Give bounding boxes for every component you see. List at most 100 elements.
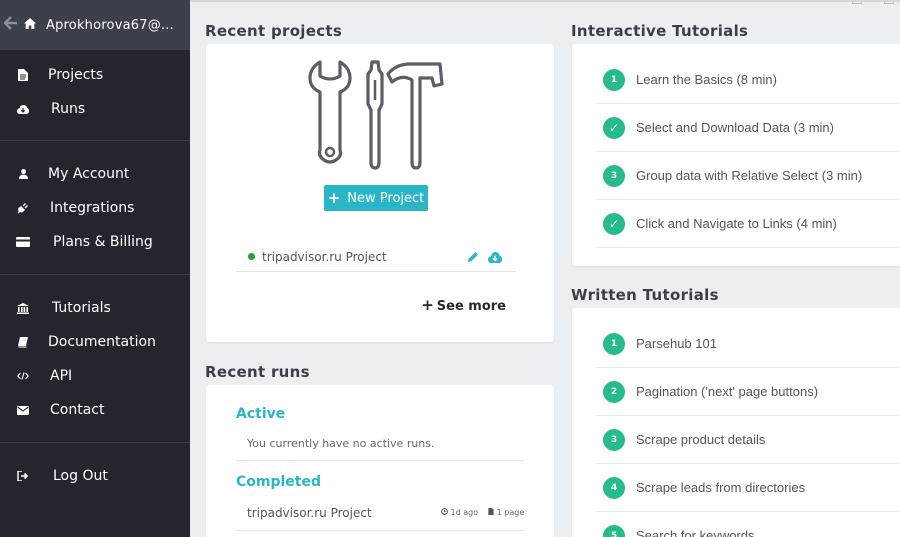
- sidebar-item-label: Log Out: [53, 468, 108, 484]
- tutorial-item[interactable]: 3 Group data with Relative Select (3 min…: [596, 152, 900, 200]
- sidebar-item-runs[interactable]: Runs: [0, 92, 190, 126]
- user-icon: [16, 169, 30, 179]
- tutorial-label[interactable]: Parsehub 101: [636, 336, 717, 351]
- project-row[interactable]: tripadvisor.ru Project: [236, 242, 516, 272]
- sidebar-item-projects[interactable]: Projects: [0, 58, 190, 92]
- clock-icon: [441, 508, 448, 515]
- see-more-label: See more: [436, 299, 506, 314]
- nav-group-account: My Account Integrations Plans & Billing: [0, 141, 190, 274]
- project-name[interactable]: tripadvisor.ru Project: [262, 250, 387, 264]
- nav-group-logout: Log Out: [0, 443, 190, 499]
- bank-icon: [16, 302, 30, 314]
- tutorial-label[interactable]: Scrape product details: [636, 432, 765, 447]
- cloud-download-icon[interactable]: [488, 248, 502, 267]
- sidebar-item-label: Plans & Billing: [53, 234, 153, 250]
- recent-runs-card: Active You currently have no active runs…: [206, 385, 554, 537]
- step-badge: 3: [603, 164, 625, 187]
- sidebar-item-integrations[interactable]: Integrations: [0, 191, 190, 225]
- sidebar-item-label: Tutorials: [52, 300, 111, 316]
- step-badge: 1: [603, 68, 625, 91]
- new-project-label: New Project: [347, 190, 425, 206]
- sidebar-item-label: API: [50, 368, 73, 384]
- sidebar-item-label: Runs: [51, 101, 86, 117]
- recent-projects-card: + New Project tripadvisor.ru Project + Se…: [206, 44, 554, 342]
- code-icon: [16, 372, 30, 380]
- tutorial-item[interactable]: 5 Search for keywords: [596, 512, 900, 537]
- sidebar-item-api[interactable]: API: [0, 359, 190, 393]
- written-tutorials-title: Written Tutorials: [571, 286, 719, 304]
- sidebar-item-contact[interactable]: Contact: [0, 393, 190, 427]
- step-badge: 1: [603, 332, 625, 355]
- step-badge: 3: [603, 428, 625, 451]
- tutorial-label[interactable]: Learn the Basics (8 min): [636, 72, 777, 87]
- active-runs-heading: Active: [236, 406, 286, 422]
- tutorial-item[interactable]: ✓ Click and Navigate to Links (4 min): [596, 200, 900, 248]
- no-active-runs-text: You currently have no active runs.: [247, 437, 435, 450]
- pencil-icon[interactable]: [467, 248, 479, 267]
- cloud-download-icon: [16, 104, 30, 114]
- tutorial-item[interactable]: ✓ Select and Download Data (3 min): [596, 104, 900, 152]
- tutorial-item[interactable]: 4 Scrape leads from directories: [596, 464, 900, 512]
- status-dot: [248, 253, 255, 260]
- sidebar-item-documentation[interactable]: Documentation: [0, 325, 190, 359]
- completed-runs-heading: Completed: [236, 474, 322, 490]
- page-icon: [488, 508, 494, 515]
- sidebar-item-plans-billing[interactable]: Plans & Billing: [0, 225, 190, 259]
- interactive-tutorials-title: Interactive Tutorials: [571, 22, 749, 40]
- tools-illustration-icon: [308, 60, 444, 170]
- run-time: 1d ago: [441, 508, 478, 517]
- username[interactable]: Aprokhorova67@...: [46, 18, 174, 33]
- divider: [236, 460, 524, 461]
- sidebar-item-tutorials[interactable]: Tutorials: [0, 291, 190, 325]
- tutorial-item[interactable]: 1 Parsehub 101: [596, 320, 900, 368]
- step-badge: 4: [603, 476, 625, 499]
- tutorial-label[interactable]: Scrape leads from directories: [636, 480, 805, 495]
- tutorial-item[interactable]: 1 Learn the Basics (8 min): [596, 56, 900, 104]
- nav-group-help: Tutorials Documentation API Contact: [0, 275, 190, 442]
- plus-icon: +: [421, 296, 434, 314]
- file-icon: [16, 69, 30, 81]
- plug-icon: [16, 202, 30, 214]
- run-project-name[interactable]: tripadvisor.ru Project: [247, 506, 372, 520]
- nav-group-main: Projects Runs: [0, 50, 190, 140]
- step-badge: 2: [603, 380, 625, 403]
- check-icon: ✓: [603, 212, 625, 235]
- envelope-icon: [16, 405, 30, 415]
- back-arrow-icon[interactable]: [3, 15, 20, 35]
- run-pages-label: 1 page: [496, 508, 525, 517]
- tutorial-label[interactable]: Group data with Relative Select (3 min): [636, 168, 862, 183]
- recent-runs-title: Recent runs: [205, 363, 310, 381]
- recent-projects-title: Recent projects: [205, 22, 343, 40]
- home-icon[interactable]: [24, 17, 40, 33]
- step-badge: 5: [603, 524, 625, 537]
- tutorial-item[interactable]: 3 Scrape product details: [596, 416, 900, 464]
- divider: [236, 530, 524, 531]
- new-project-button[interactable]: + New Project: [324, 185, 428, 211]
- tutorial-label[interactable]: Select and Download Data (3 min): [636, 120, 834, 135]
- written-tutorials-card: 1 Parsehub 101 2 Pagination ('next' page…: [572, 308, 900, 537]
- sidebar-item-label: Documentation: [48, 334, 156, 350]
- sidebar-item-log-out[interactable]: Log Out: [0, 459, 190, 493]
- credit-card-icon: [16, 237, 30, 247]
- run-meta: 1d ago 1 page: [441, 508, 524, 517]
- sidebar-item-label: Projects: [48, 67, 104, 83]
- sidebar-item-my-account[interactable]: My Account: [0, 157, 190, 191]
- see-more-link[interactable]: + See more: [421, 296, 506, 314]
- sidebar-item-label: My Account: [48, 166, 130, 182]
- tutorial-label[interactable]: Pagination ('next' page buttons): [636, 384, 818, 399]
- tutorial-label[interactable]: Click and Navigate to Links (4 min): [636, 216, 837, 231]
- run-pages: 1 page: [488, 508, 524, 517]
- interactive-tutorials-card: 1 Learn the Basics (8 min) ✓ Select and …: [572, 44, 900, 266]
- sidebar-item-label: Contact: [50, 402, 105, 418]
- tutorial-item[interactable]: 2 Pagination ('next' page buttons): [596, 368, 900, 416]
- project-actions: [467, 248, 502, 267]
- tutorial-label[interactable]: Search for keywords: [636, 528, 755, 537]
- plus-icon: +: [327, 189, 341, 207]
- top-border-line: [190, 0, 900, 2]
- user-bar: Aprokhorova67@...: [0, 0, 190, 50]
- check-icon: ✓: [603, 116, 625, 139]
- book-icon: [16, 336, 30, 348]
- sidebar: Aprokhorova67@... Projects Runs My Accou…: [0, 0, 190, 537]
- sign-out-icon: [16, 471, 30, 481]
- sidebar-item-label: Integrations: [50, 200, 135, 216]
